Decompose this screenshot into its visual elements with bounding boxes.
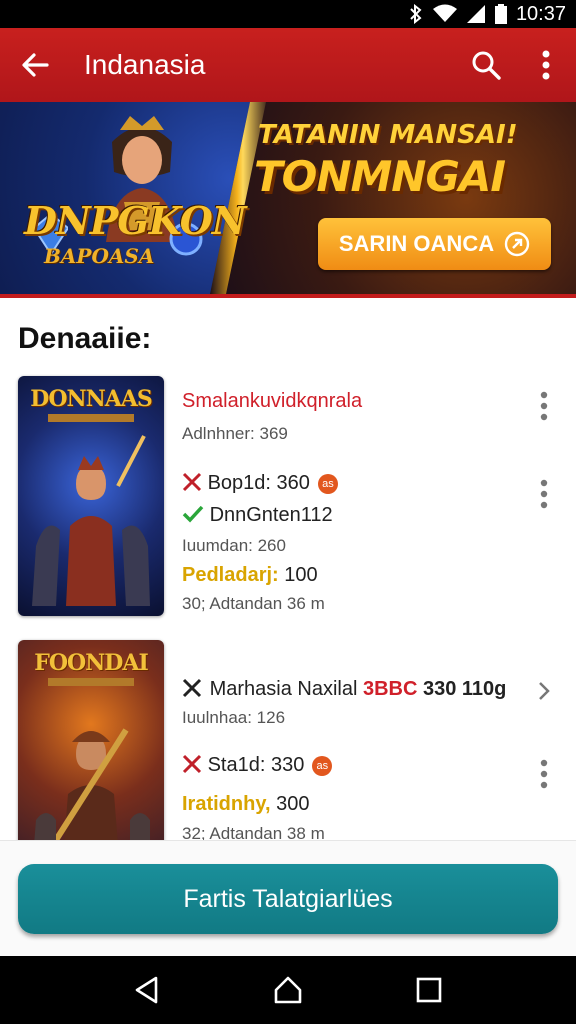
more-vert-icon — [540, 759, 548, 789]
coin-icon: as — [317, 473, 338, 494]
list-item[interactable]: DONNAAS Smalankuvidkqnrala Adlnhner: 369… — [0, 374, 576, 616]
home-icon — [274, 976, 302, 1004]
primary-action-button[interactable]: Fartis Talatgiarlües — [18, 864, 558, 934]
item-rating: Iratidnhy, 300 — [182, 793, 310, 815]
thumbnail-subtitle-bar — [48, 678, 134, 686]
list-item[interactable]: FOONDAI Marhasia Naxilal 3BBC 330 110g I… — [0, 638, 576, 840]
item-subtitle: Iuulnhaa: 126 — [182, 708, 286, 727]
more-vert-icon — [540, 391, 548, 421]
item-stat-3: Iuumdan: 260 — [182, 536, 286, 555]
more-vert-icon — [540, 479, 548, 509]
recents-icon — [417, 977, 442, 1003]
game-thumbnail[interactable]: FOONDAI — [18, 640, 164, 840]
back-button[interactable] — [0, 28, 70, 102]
swords-icon — [182, 754, 202, 774]
thumbnail-subtitle-bar — [48, 414, 134, 422]
warrior-art — [34, 728, 150, 840]
battery-icon — [494, 4, 507, 24]
banner-logo-title: DNPGKON — [24, 198, 247, 243]
app-title: Indanasia — [84, 49, 206, 80]
status-bar: 10:37 — [0, 0, 576, 28]
app-bar: Indanasia — [0, 28, 576, 102]
nav-recents-button[interactable] — [399, 960, 459, 1020]
banner-cta-label: SARIN OANCA — [338, 231, 495, 256]
thumbnail-title: FOONDAI — [34, 650, 149, 676]
item-stat-1: Bop1d: 360 as — [182, 472, 338, 495]
coin-icon: as — [312, 755, 333, 776]
game-list: DONNAAS Smalankuvidkqnrala Adlnhner: 369… — [0, 374, 576, 840]
item-footer: 30; Adtandan 36 m — [182, 594, 325, 613]
banner-logo-subtitle: BAPOASA — [44, 244, 155, 268]
banner-cta-button[interactable]: SARIN OANCA — [318, 218, 551, 270]
swords-icon — [182, 678, 202, 698]
overflow-menu-button[interactable] — [516, 28, 576, 102]
banner-divider — [0, 294, 576, 298]
item-menu-button[interactable] — [530, 754, 558, 794]
item-title[interactable]: Marhasia Naxilal 3BBC 330 110g — [182, 678, 506, 701]
warrior-art — [32, 435, 150, 606]
section-title: Denaaiie: — [18, 322, 152, 355]
arrow-back-icon — [22, 53, 49, 77]
banner-heading-2: TONMNGAI — [254, 152, 506, 201]
wifi-icon — [432, 4, 457, 24]
search-button[interactable] — [456, 28, 516, 102]
item-menu-button[interactable] — [530, 386, 558, 426]
check-icon — [182, 505, 204, 523]
item-stat-1: Sta1d: 330 as — [182, 754, 333, 777]
item-stat-menu-button[interactable] — [530, 474, 558, 514]
banner-heading-1: TATANIN MANSAI! — [258, 120, 518, 150]
arrow-circle-icon — [504, 231, 530, 257]
status-time: 10:37 — [515, 2, 566, 25]
item-rating: Pedladarj: 100 — [182, 564, 318, 586]
game-thumbnail[interactable]: DONNAAS — [18, 376, 164, 616]
nav-back-button[interactable] — [117, 960, 177, 1020]
chevron-right-icon — [539, 682, 550, 700]
system-nav-bar — [0, 956, 576, 1024]
search-icon — [472, 51, 501, 80]
bluetooth-icon — [408, 4, 424, 24]
item-subtitle: Adlnhner: 369 — [182, 424, 288, 443]
signal-icon — [466, 4, 486, 24]
more-vert-icon — [542, 50, 550, 80]
thumbnail-title: DONNAAS — [30, 386, 153, 412]
swords-icon — [182, 472, 202, 492]
item-footer: 32; Adtandan 38 m — [182, 824, 325, 840]
item-open-chevron[interactable] — [534, 676, 554, 706]
item-title[interactable]: Smalankuvidkqnrala — [182, 390, 362, 413]
promo-banner[interactable]: DNPGKON BAPOASA TATANIN MANSAI! TONMNGAI… — [0, 102, 576, 294]
back-triangle-icon — [135, 976, 157, 1004]
item-stat-2: DnnGnten112 — [182, 504, 333, 527]
nav-home-button[interactable] — [258, 960, 318, 1020]
